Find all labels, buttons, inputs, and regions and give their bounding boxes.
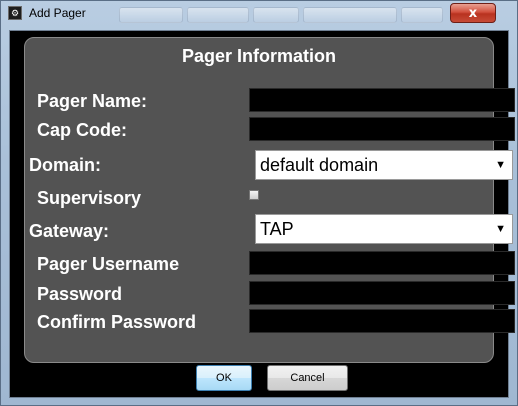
app-icon: ⚙: [8, 6, 22, 20]
gateway-label: Gateway:: [29, 221, 110, 241]
confirm-password-field[interactable]: [249, 309, 515, 333]
domain-select-value: default domain: [260, 155, 379, 175]
title-bar-ghost: [401, 7, 443, 23]
confirm-password-label: Confirm Password: [37, 312, 197, 332]
close-button[interactable]: x: [450, 3, 496, 23]
supervisory-label: Supervisory: [37, 188, 142, 208]
domain-label: Domain:: [29, 155, 101, 175]
pager-name-label: Pager Name:: [37, 91, 148, 111]
title-bar-ghost: [303, 7, 397, 23]
title-bar-ghost: [187, 7, 249, 23]
title-bar-ghost: [119, 7, 183, 23]
title-bar-ghost: [253, 7, 299, 23]
cap-code-label: Cap Code:: [37, 120, 127, 140]
domain-select[interactable]: default domain ▼: [255, 150, 513, 180]
pager-username-field[interactable]: [249, 251, 515, 275]
pager-username-label: Pager Username: [37, 254, 180, 274]
gateway-select[interactable]: TAP ▼: [255, 214, 513, 244]
dialog-client-area: Pager Information Pager Name: Cap Code: …: [9, 30, 515, 398]
pager-name-field[interactable]: [249, 88, 515, 112]
add-pager-window: ⚙ Add Pager x Pager Information Pager Na…: [0, 0, 518, 406]
chevron-down-icon: ▼: [495, 159, 506, 171]
close-icon: x: [468, 6, 478, 21]
supervisory-checkbox[interactable]: [249, 190, 259, 200]
chevron-down-icon: ▼: [495, 223, 506, 235]
gateway-select-value: TAP: [260, 219, 294, 239]
section-title: Pager Information: [181, 46, 337, 66]
ok-button[interactable]: OK: [196, 365, 252, 391]
cap-code-field[interactable]: [249, 117, 515, 141]
password-field[interactable]: [249, 281, 515, 305]
window-title: Add Pager: [29, 6, 86, 20]
pager-information-panel: Pager Information Pager Name: Cap Code: …: [24, 37, 515, 363]
password-label: Password: [37, 284, 123, 304]
title-bar[interactable]: ⚙ Add Pager x: [1, 1, 517, 27]
cancel-button[interactable]: Cancel: [267, 365, 348, 391]
